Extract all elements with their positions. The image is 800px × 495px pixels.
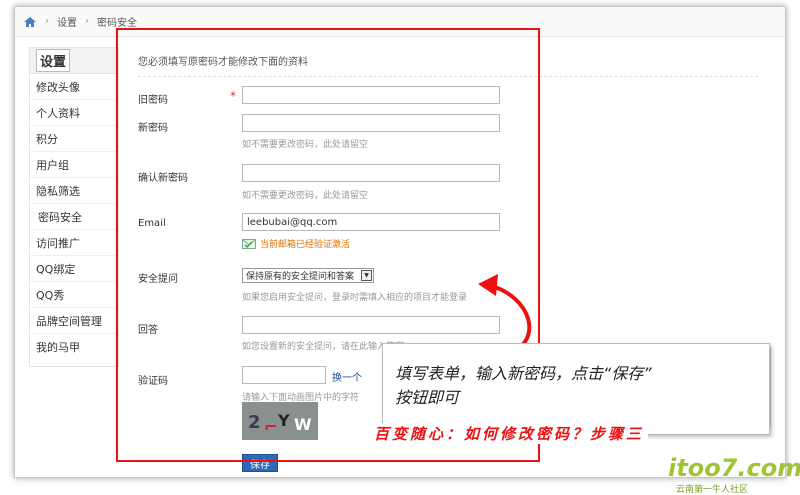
sidebar-item-privacy[interactable]: 隐私筛选 (30, 178, 118, 204)
chevron-right-icon: › (85, 16, 89, 27)
callout-line-2: 按钮即可 (395, 388, 460, 407)
settings-sidebar: 设置 修改头像 个人资料 积分 用户组 隐私筛选 密码安全 访问推广 QQ绑定 … (29, 47, 119, 367)
sidebar-item-promotion[interactable]: 访问推广 (30, 230, 118, 256)
sidebar-item-password-security[interactable]: 密码安全 (30, 204, 118, 230)
callout-line-1: 填写表单，输入新密码，点击“保存” (395, 364, 652, 383)
step-caption: 百变随心：如何修改密码？步骤三 (370, 423, 649, 444)
sidebar-item-usergroup[interactable]: 用户组 (30, 152, 118, 178)
breadcrumb-password-security[interactable]: 密码安全 (97, 14, 137, 29)
watermark-tagline: 云南第一牛人社区 (676, 485, 749, 495)
sidebar-item-points[interactable]: 积分 (30, 126, 118, 152)
chevron-right-icon: › (45, 16, 49, 27)
site-watermark: itoo7.com 云南第一牛人社区 (668, 454, 800, 495)
breadcrumb-settings[interactable]: 设置 (57, 14, 77, 29)
sidebar-item-brand-space[interactable]: 品牌空间管理 (30, 308, 118, 334)
home-icon[interactable] (23, 16, 37, 28)
sidebar-item-avatar[interactable]: 修改头像 (30, 74, 118, 100)
sidebar-item-profile[interactable]: 个人资料 (30, 100, 118, 126)
sidebar-item-qq-show[interactable]: QQ秀 (30, 282, 118, 308)
sidebar-item-my-alias[interactable]: 我的马甲 (30, 334, 118, 360)
sidebar-item-qq-bind[interactable]: QQ绑定 (30, 256, 118, 282)
instruction-callout: 填写表单，输入新密码，点击“保存” 按钮即可 (382, 343, 770, 435)
sidebar-title: 设置 (30, 48, 118, 74)
watermark-logo: itoo7.com (668, 454, 800, 482)
